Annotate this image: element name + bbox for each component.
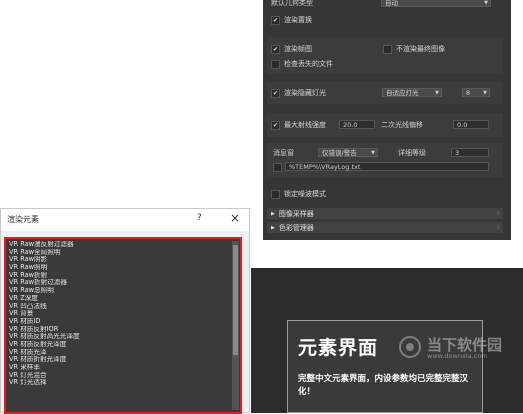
rollout-label: 色彩管理器 bbox=[278, 223, 314, 232]
list-item[interactable]: VR 凹凸法线 bbox=[9, 303, 230, 311]
check-missing-files-row[interactable]: 检查丢失的文件 bbox=[271, 58, 499, 70]
dialog-title: 渲染元素 bbox=[7, 215, 39, 224]
list-item[interactable]: VR Raw照明 bbox=[9, 264, 230, 272]
list-item[interactable]: VR 材质ID bbox=[9, 318, 230, 326]
log-window-label: 消息窗 bbox=[273, 149, 294, 157]
log-level-dropdown[interactable]: 仅错误/警告 ▼ bbox=[318, 148, 378, 157]
list-item[interactable]: VR Raw总照明 bbox=[9, 287, 230, 295]
scrollbar-thumb[interactable] bbox=[233, 245, 238, 355]
geometry-type-dropdown[interactable]: 自动 ▼ bbox=[381, 0, 491, 7]
geometry-type-value: 自动 bbox=[385, 0, 398, 7]
light-mode-dropdown[interactable]: 自适应灯光 ▼ bbox=[382, 88, 442, 97]
render-replace-checkbox[interactable]: ✔ bbox=[271, 15, 280, 25]
list-item[interactable]: VR 材质光泽 bbox=[9, 349, 230, 357]
no-render-final-row[interactable]: 不渲染最终图像 bbox=[383, 43, 499, 55]
list-item[interactable]: VR Raw漫反射过滤器 bbox=[9, 241, 230, 249]
list-item[interactable]: VR 灯光混合 bbox=[9, 372, 230, 380]
detail-level-value: 3 bbox=[455, 149, 460, 157]
log-path-field[interactable]: %TEMP%\VRayLog.txt bbox=[285, 162, 489, 171]
secondary-ray-bias-spinner[interactable]: 0.0 bbox=[453, 120, 489, 129]
list-item[interactable]: VR Raw折射过滤器 bbox=[9, 279, 230, 287]
lock-noise-checkbox[interactable] bbox=[271, 189, 280, 199]
hidden-lights-checkbox[interactable]: ✔ bbox=[271, 88, 280, 98]
detail-level-spinner[interactable]: 3 bbox=[451, 148, 489, 157]
vray-settings-panel: 默认几何类型 自动 ▼ ✔ 渲染置换 ✔ 渲染帧图 不渲染最终图像 检查丢失的文… bbox=[263, 0, 511, 240]
list-item[interactable]: VR Raw阴影 bbox=[9, 256, 230, 264]
check-missing-files-checkbox[interactable] bbox=[271, 59, 280, 69]
render-replace-label: 渲染置换 bbox=[284, 16, 312, 24]
render-thumbnail-checkbox[interactable]: ✔ bbox=[271, 44, 280, 54]
lock-noise-row[interactable]: 锁定噪波模式 bbox=[271, 188, 499, 200]
list-item[interactable]: VR 材质折射光泽度 bbox=[9, 356, 230, 364]
rollout-label: 图像采样器 bbox=[278, 209, 314, 218]
max-ray-intensity-checkbox[interactable]: ✔ bbox=[271, 120, 280, 130]
max-ray-intensity-spinner[interactable]: 20.0 bbox=[339, 120, 375, 129]
chevron-down-icon: ▼ bbox=[435, 90, 439, 96]
hidden-lights-label: 渲染隐藏灯光 bbox=[284, 89, 326, 97]
light-mode-value: 自适应灯光 bbox=[386, 89, 419, 97]
render-elements-dialog: 渲染元素 ? × VR Raw漫反射过滤器 VR Raw全局照明 VR Raw阴影 V… bbox=[0, 208, 250, 414]
list-item[interactable]: VR 材质反射IOR bbox=[9, 326, 230, 334]
drag-handle-icon: ⁞ bbox=[497, 210, 499, 217]
max-ray-intensity-label: 最大射线强度 bbox=[284, 121, 326, 129]
caption-text: 完整中文元素界面，内设参数均已完整完整汉化！ bbox=[298, 374, 469, 397]
render-elements-list: VR Raw漫反射过滤器 VR Raw全局照明 VR Raw阴影 VR Raw照明 VR… bbox=[4, 237, 242, 414]
help-icon[interactable]: ? bbox=[197, 213, 202, 223]
spinner-icon: ▼ bbox=[483, 90, 487, 96]
log-level-value: 仅错误/警告 bbox=[322, 149, 357, 157]
render-thumbnail-label: 渲染帧图 bbox=[284, 45, 312, 53]
no-render-final-checkbox[interactable] bbox=[383, 44, 392, 54]
lock-noise-label: 锁定噪波模式 bbox=[284, 190, 326, 198]
list-item[interactable]: VR 灯光选择 bbox=[9, 379, 230, 387]
caption-heading: 元素界面 bbox=[298, 337, 379, 359]
log-browse-button[interactable] bbox=[273, 163, 282, 172]
geometry-type-label: 默认几何类型 bbox=[271, 0, 313, 7]
close-icon[interactable]: × bbox=[230, 211, 240, 225]
watermark-logo-icon bbox=[399, 336, 421, 358]
light-count-value: 8 bbox=[466, 89, 471, 97]
list-item[interactable]: VR Z深度 bbox=[9, 295, 230, 303]
expand-triangle-icon: ▶ bbox=[271, 210, 275, 217]
check-missing-files-label: 检查丢失的文件 bbox=[284, 60, 333, 68]
secondary-ray-bias-value: 0.0 bbox=[457, 121, 468, 129]
list-item[interactable]: VR Raw折射 bbox=[9, 272, 230, 280]
list-item[interactable]: VR 材质反射高光光泽度 bbox=[9, 333, 230, 341]
chevron-down-icon: ▼ bbox=[371, 150, 375, 156]
rollout-color-manager[interactable]: ▶ 色彩管理器 ⁞ bbox=[267, 222, 503, 233]
list-item[interactable]: VR 材质反射光泽度 bbox=[9, 341, 230, 349]
list-items: VR Raw漫反射过滤器 VR Raw全局照明 VR Raw阴影 VR Raw照明 VR… bbox=[9, 241, 230, 387]
list-item[interactable]: VR 背景 bbox=[9, 310, 230, 318]
max-ray-intensity-value: 20.0 bbox=[343, 121, 358, 129]
chevron-down-icon: ▼ bbox=[484, 0, 488, 6]
no-render-final-label: 不渲染最终图像 bbox=[396, 45, 445, 53]
vertical-scrollbar[interactable] bbox=[232, 241, 239, 410]
detail-level-label: 详细等级 bbox=[398, 149, 426, 157]
watermark-url: www.downxia.com bbox=[427, 352, 488, 360]
log-path-value: %TEMP%\VRayLog.txt bbox=[289, 163, 361, 171]
drag-handle-icon: ⁞ bbox=[497, 224, 499, 231]
caption-panel: 元素界面 完整中文元素界面，内设参数均已完整完整汉化！ 当下软件园 www.do… bbox=[251, 268, 523, 413]
secondary-ray-bias-label: 二次光线偏移 bbox=[381, 121, 423, 129]
light-count-spinner[interactable]: 8 ▼ bbox=[462, 88, 490, 97]
render-replace-row[interactable]: ✔ 渲染置换 bbox=[271, 14, 499, 26]
rollout-image-sampler[interactable]: ▶ 图像采样器 ⁞ bbox=[267, 208, 503, 219]
expand-triangle-icon: ▶ bbox=[271, 224, 275, 231]
dialog-titlebar: 渲染元素 ? × bbox=[1, 209, 249, 231]
list-item[interactable]: VR 采样率 bbox=[9, 364, 230, 372]
list-item[interactable]: VR Raw全局照明 bbox=[9, 249, 230, 257]
